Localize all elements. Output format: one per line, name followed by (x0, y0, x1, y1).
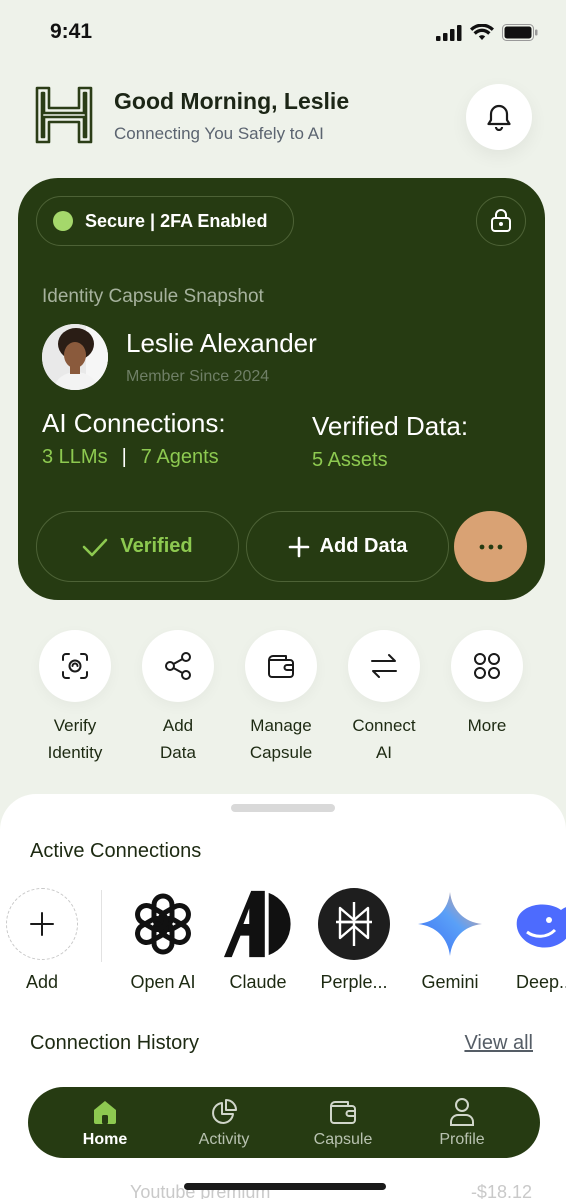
tab-profile[interactable]: Profile (407, 1087, 517, 1158)
greeting-title: Good Morning, Leslie (114, 88, 350, 114)
action-circle (39, 630, 111, 702)
avatar (42, 324, 108, 390)
action-label: More (467, 716, 507, 735)
action-more[interactable]: More (437, 630, 537, 739)
conn-label: Perple... (320, 972, 388, 992)
tab-home[interactable]: Home (50, 1087, 160, 1158)
conn-label: Open AI (130, 972, 196, 992)
security-status-text: Secure | 2FA Enabled (85, 210, 268, 231)
action-connect-ai[interactable]: Connect AI (334, 630, 434, 766)
snapshot-label: Identity Capsule Snapshot (42, 286, 264, 307)
tab-capsule[interactable]: Capsule (288, 1087, 398, 1158)
history-row-amount: -$18.12 (470, 1182, 532, 1199)
action-circle (245, 630, 317, 702)
verified-button-label: Verified (120, 535, 193, 557)
plus-icon (288, 536, 309, 557)
ai-connections-value: 3 LLMs | 7 Agents (42, 446, 219, 469)
notifications-button[interactable] (466, 84, 532, 150)
add-data-button[interactable]: Add Data (246, 511, 449, 582)
action-manage-capsule[interactable]: Manage Capsule (231, 630, 331, 766)
sheet-handle[interactable] (231, 804, 335, 812)
action-circle (142, 630, 214, 702)
face-scan-icon (62, 653, 88, 679)
pie-chart-icon (212, 1099, 237, 1124)
identity-capsule-card: Secure | 2FA Enabled Identity Capsule Sn… (18, 178, 545, 600)
action-add-data[interactable]: Add Data (128, 630, 228, 766)
active-connections-list: Add Open AI Claude Perple... Gemini Deep… (0, 888, 566, 998)
bell-icon (487, 104, 511, 131)
active-connections-title: Active Connections (30, 840, 202, 862)
conn-label: Gemini (421, 972, 479, 992)
status-time: 9:41 (50, 20, 93, 43)
person-icon (450, 1098, 474, 1126)
connection-perplexity[interactable]: Perple... (309, 888, 399, 993)
connection-deepseek[interactable]: Deep... (500, 888, 566, 993)
connection-gemini[interactable]: Gemini (405, 888, 495, 993)
separator: | (121, 446, 127, 468)
user-name: Leslie Alexander (126, 328, 317, 358)
wifi-icon (470, 24, 494, 40)
view-all-link[interactable]: View all (464, 1032, 533, 1055)
more-options-button[interactable] (454, 511, 527, 582)
add-circle (6, 888, 78, 960)
gemini-logo-icon (414, 888, 486, 960)
add-data-button-label: Add Data (319, 535, 408, 557)
openai-logo-icon (127, 888, 199, 960)
more-dots-icon (479, 544, 502, 549)
wallet-icon (330, 1101, 356, 1124)
connection-openai[interactable]: Open AI (118, 888, 208, 993)
security-status-badge: Secure | 2FA Enabled (36, 196, 294, 246)
add-connection-button[interactable]: Add (0, 888, 87, 993)
connection-claude[interactable]: Claude (213, 888, 303, 993)
app-logo-icon (35, 86, 93, 144)
wallet-icon (268, 655, 294, 678)
share-icon (165, 652, 191, 680)
agent-count: 7 Agents (140, 446, 219, 468)
conn-label: Deep... (515, 972, 566, 992)
lock-icon (491, 209, 511, 232)
tab-label: Activity (198, 1131, 250, 1148)
action-verify-identity[interactable]: Verify Identity (25, 630, 125, 766)
tab-label: Home (82, 1131, 128, 1148)
lock-button[interactable] (476, 196, 526, 246)
plus-icon (30, 912, 54, 936)
status-dot (53, 211, 73, 231)
action-label: Add Data (160, 716, 196, 762)
status-icons (436, 24, 538, 41)
signal-icon (436, 24, 462, 41)
tab-label: Capsule (313, 1131, 373, 1148)
ai-connections-label: AI Connections: (42, 408, 226, 438)
divider (101, 890, 102, 962)
perplexity-logo-icon (318, 888, 390, 960)
action-label: Connect AI (352, 716, 416, 762)
claude-logo-icon (222, 888, 294, 960)
check-icon (83, 538, 108, 556)
verified-button[interactable]: Verified (36, 511, 239, 582)
home-icon (94, 1101, 116, 1124)
conn-label: Add (25, 972, 59, 992)
grid-icon (474, 653, 500, 679)
tab-activity[interactable]: Activity (169, 1087, 279, 1158)
bottom-tab-bar: Home Activity Capsule Profile (28, 1087, 540, 1158)
home-indicator (184, 1183, 386, 1190)
connection-history-title: Connection History (30, 1032, 199, 1054)
conn-label: Claude (229, 972, 287, 992)
tab-label: Profile (439, 1131, 485, 1148)
action-label: Manage Capsule (249, 716, 313, 762)
verified-data-label: Verified Data: (312, 411, 469, 441)
swap-arrows-icon (371, 654, 397, 678)
member-since: Member Since 2024 (126, 368, 270, 385)
verified-assets-count: 5 Assets (312, 449, 388, 471)
llm-count: 3 LLMs (42, 446, 108, 468)
action-circle (348, 630, 420, 702)
status-bar: 9:41 (0, 0, 566, 66)
action-circle (451, 630, 523, 702)
deepseek-logo-icon (509, 888, 566, 960)
action-label: Verify Identity (47, 716, 103, 762)
greeting-subtitle: Connecting You Safely to AI (114, 124, 324, 143)
battery-icon (502, 24, 538, 41)
